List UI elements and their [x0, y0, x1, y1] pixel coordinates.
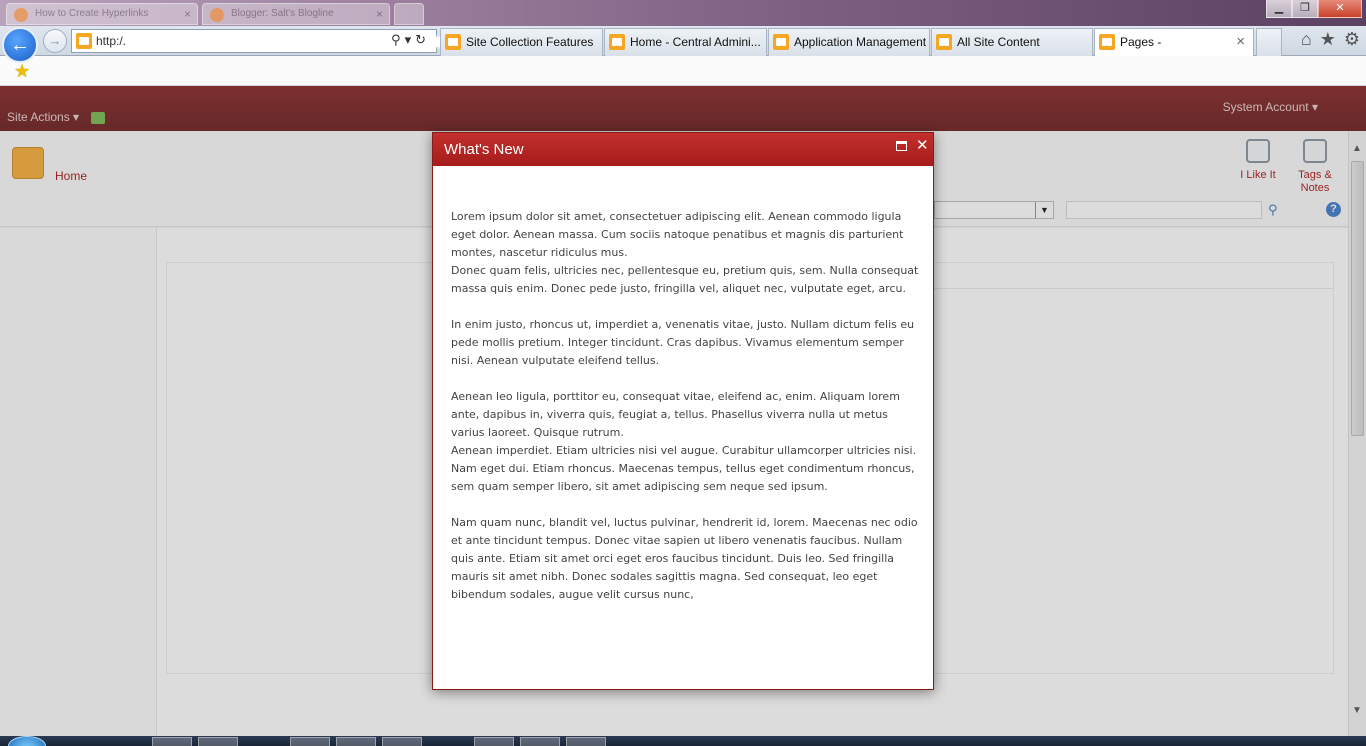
sharepoint-icon [76, 33, 92, 49]
dropdown-icon[interactable]: ▾ [405, 32, 416, 47]
taskbar-button[interactable] [382, 737, 422, 746]
new-tab-button[interactable] [1256, 28, 1282, 56]
close-icon[interactable]: ✕ [1318, 0, 1362, 18]
address-text: http:/. [96, 34, 127, 48]
new-tab-button[interactable] [394, 3, 424, 25]
browser-toolbar-icons: ⌂ ★ ⚙ [1301, 29, 1360, 50]
paragraph-line: Lorem ipsum dolor sit amet, consectetuer… [451, 210, 904, 259]
tab-label: All Site Content [957, 35, 1040, 49]
dialog-title: What's New [444, 141, 524, 158]
dialog-header: What's New ✕ [433, 133, 933, 166]
search-icon[interactable]: ⚲ [391, 32, 405, 47]
window-controls: ▁ ❐ ✕ [1266, 0, 1362, 18]
maximize-icon[interactable]: ❐ [1292, 0, 1318, 18]
background-tab[interactable]: Blogger: Salt's Blogline × [202, 3, 390, 25]
close-icon[interactable]: × [184, 7, 191, 21]
minimize-icon[interactable]: ▁ [1266, 0, 1292, 18]
gear-icon[interactable]: ⚙ [1344, 29, 1360, 50]
window-titlebar: How to Create Hyperlinks × Blogger: Salt… [0, 0, 1366, 26]
whats-new-dialog: What's New ✕ Lorem ipsum dolor sit amet,… [432, 132, 934, 690]
taskbar-button[interactable] [566, 737, 606, 746]
maximize-icon[interactable] [896, 141, 907, 151]
dialog-body: Lorem ipsum dolor sit amet, consectetuer… [451, 208, 919, 622]
dialog-paragraph: Aenean leo ligula, porttitor eu, consequ… [451, 388, 919, 496]
tab-all-site-content[interactable]: All Site Content [931, 28, 1093, 56]
close-icon[interactable]: × [1236, 33, 1245, 50]
back-button[interactable]: ← [2, 27, 38, 63]
taskbar-button[interactable] [290, 737, 330, 746]
forward-button[interactable]: → [43, 29, 67, 53]
sharepoint-icon [445, 34, 461, 50]
taskbar [0, 736, 1366, 746]
close-icon[interactable]: ✕ [916, 136, 929, 156]
paragraph-line: Donec quam felis, ultricies nec, pellent… [451, 264, 919, 295]
home-icon[interactable]: ⌂ [1301, 29, 1312, 50]
taskbar-button[interactable] [152, 737, 192, 746]
refresh-icon[interactable]: ↻ [415, 32, 430, 47]
paragraph-line: Nam quam nunc, blandit vel, luctus pulvi… [451, 516, 918, 601]
close-icon[interactable]: × [376, 7, 383, 21]
dialog-paragraph: Nam quam nunc, blandit vel, luctus pulvi… [451, 514, 919, 604]
sharepoint-icon [1099, 34, 1115, 50]
background-tab-label: Blogger: Salt's Blogline [231, 8, 334, 19]
taskbar-button[interactable] [520, 737, 560, 746]
browser-navbar: ← → http:/. ⚲▾↻ Site Collection Features… [0, 26, 1366, 63]
tab-label: Home - Central Admini... [630, 35, 761, 49]
tab-site-collection-features[interactable]: Site Collection Features [440, 28, 603, 56]
tab-label: Pages - [1120, 35, 1162, 49]
tab-home-central-admin[interactable]: Home - Central Admini... [604, 28, 767, 56]
paragraph-line: Aenean leo ligula, porttitor eu, consequ… [451, 390, 900, 439]
blogger-icon [210, 8, 224, 22]
favorites-star-icon[interactable]: ★ [14, 61, 30, 82]
start-button[interactable] [8, 736, 46, 746]
sharepoint-icon [936, 34, 952, 50]
star-icon[interactable]: ★ [1320, 29, 1336, 50]
paragraph-line: Aenean imperdiet. Etiam ultricies nisi v… [451, 444, 917, 493]
sharepoint-icon [773, 34, 789, 50]
paragraph-line: In enim justo, rhoncus ut, imperdiet a, … [451, 318, 915, 367]
address-bar[interactable]: http:/. ⚲▾↻ [71, 29, 452, 53]
dialog-paragraph: In enim justo, rhoncus ut, imperdiet a, … [451, 316, 919, 370]
tab-application-management[interactable]: Application Management [768, 28, 930, 56]
sharepoint-icon [609, 34, 625, 50]
background-tab[interactable]: How to Create Hyperlinks × [6, 3, 198, 25]
tab-label: Application Management [794, 35, 927, 49]
taskbar-button[interactable] [336, 737, 376, 746]
dialog-paragraph: Lorem ipsum dolor sit amet, consectetuer… [451, 208, 919, 298]
background-tab-label: How to Create Hyperlinks [35, 8, 149, 19]
taskbar-button[interactable] [474, 737, 514, 746]
favorites-bar: ★ [0, 56, 1366, 86]
taskbar-button[interactable] [198, 737, 238, 746]
page-icon [14, 8, 28, 22]
tab-pages[interactable]: Pages - × [1094, 28, 1254, 57]
address-tools: ⚲▾↻ [391, 32, 430, 48]
tab-label: Site Collection Features [466, 35, 594, 49]
